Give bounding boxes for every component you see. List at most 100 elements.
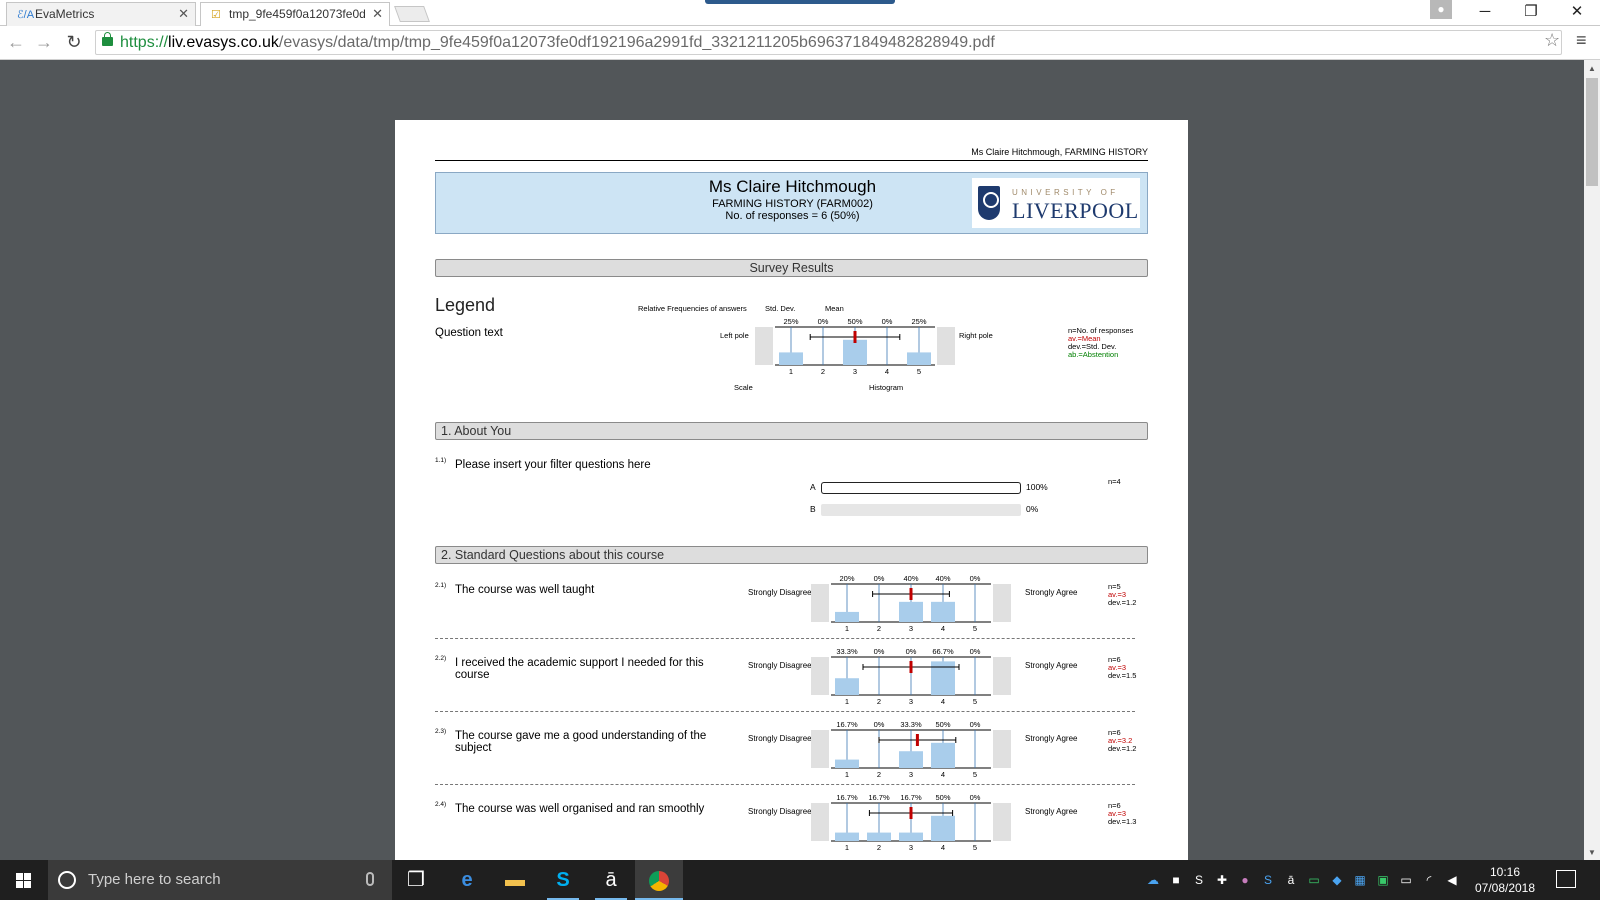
left-pole-box [811, 584, 829, 622]
tab-label: tmp_9fe459f0a12073fe0d [229, 7, 366, 21]
battery-icon[interactable]: ▭ [1398, 872, 1414, 888]
report-header: Ms Claire Hitchmough FARMING HISTORY (FA… [435, 172, 1148, 234]
tab-pdf[interactable]: ☑ tmp_9fe459f0a12073fe0d ✕ [200, 2, 390, 26]
microphone-icon[interactable] [366, 872, 374, 886]
clock-time: 10:16 [1489, 865, 1521, 879]
mean-marker [909, 807, 913, 819]
left-pole-box [811, 657, 829, 695]
scale-tick-label: 4 [941, 843, 945, 852]
right-pole-label: Strongly Agree [1025, 588, 1078, 597]
histogram-bar [931, 742, 955, 768]
scale-tick-label: 3 [909, 697, 913, 706]
histogram-bar [931, 815, 955, 841]
scrollbar[interactable]: ▲ ▼ [1584, 60, 1600, 860]
pdf-viewer[interactable]: Ms Claire Hitchmough, FARMING HISTORY Ms… [0, 60, 1600, 860]
clock-date: 07/08/2018 [1474, 881, 1536, 895]
histogram-bar [931, 601, 955, 622]
histogram-bar [835, 759, 859, 768]
legend-key-ab: ab.=Abstention [1068, 350, 1119, 359]
scale-tick-label: 5 [917, 367, 921, 376]
new-tab-button[interactable] [394, 6, 430, 22]
close-icon[interactable]: ✕ [178, 6, 189, 22]
close-window-button[interactable]: ✕ [1554, 0, 1600, 26]
battery-app-icon[interactable]: ▭ [1306, 872, 1322, 888]
tab-evametrics[interactable]: ℰ/AEvaMetrics ✕ [6, 2, 196, 26]
scroll-up-icon[interactable]: ▲ [1588, 64, 1596, 73]
restore-button[interactable]: ❐ [1508, 0, 1554, 26]
task-view-icon[interactable]: ❐ [392, 860, 440, 900]
scroll-thumb[interactable] [1586, 78, 1598, 186]
url-path: /evasys/data/tmp/tmp_9fe459f0a12073fe0df… [278, 34, 995, 51]
camera-icon[interactable]: ■ [1168, 872, 1184, 888]
scale-tick-label: 3 [853, 367, 857, 376]
scale-tick-label: 3 [909, 624, 913, 633]
scroll-down-icon[interactable]: ▼ [1588, 848, 1596, 857]
question-histogram: 33.3% 1 0% 2 0% 3 66.7% 4 0% 5 [811, 647, 1011, 706]
option-fill-a [821, 482, 1021, 494]
volume-icon[interactable]: ◀ [1444, 872, 1460, 888]
menu-icon[interactable]: ≡ [1576, 30, 1587, 51]
skype-business-icon[interactable]: S [1260, 872, 1276, 888]
app-icon[interactable]: ā [587, 860, 635, 900]
skype-tray-icon[interactable]: S [1191, 872, 1207, 888]
taskbar-search[interactable]: Type here to search [48, 860, 392, 900]
question-stats: n=6 av.=3 dev.=1.3 [1108, 802, 1136, 826]
right-pole-box [993, 584, 1011, 622]
browser-toolbar: ← → ↻ https://liv.evasys.co.uk/evasys/da… [0, 26, 1600, 60]
notification-icon[interactable] [1556, 870, 1576, 888]
edge-icon[interactable]: e [443, 860, 491, 900]
frequency-label: 50% [935, 793, 950, 802]
question-histogram: 20%10%240%340%40%5 [811, 574, 1011, 633]
bookmark-star-icon[interactable]: ☆ [1544, 30, 1560, 51]
clock[interactable]: 10:16 07/08/2018 [1470, 864, 1540, 896]
wifi-icon[interactable]: ◜ [1421, 872, 1437, 888]
question-number: 2.2) [435, 655, 447, 662]
legend-left-pole: Left pole [720, 331, 749, 340]
chrome-icon[interactable] [635, 860, 683, 900]
left-pole-box [755, 327, 773, 365]
close-icon[interactable]: ✕ [372, 6, 383, 22]
frequency-label: 0% [818, 317, 829, 326]
file-explorer-icon[interactable]: ▬ [491, 860, 539, 900]
back-icon[interactable]: ← [4, 30, 28, 54]
app-tray-icon[interactable]: ● [1237, 872, 1253, 888]
scale-tick-label: 1 [845, 843, 849, 852]
app-tray-icon-2[interactable]: ā [1283, 872, 1299, 888]
onedrive-icon[interactable]: ☁ [1145, 872, 1161, 888]
skype-icon[interactable]: S [539, 860, 587, 900]
histogram-bar [899, 832, 923, 841]
security-icon[interactable]: ◆ [1329, 872, 1345, 888]
right-pole-box [937, 327, 955, 365]
university-logo: UNIVERSITY OF LIVERPOOL [972, 178, 1140, 228]
frequency-label: 0% [970, 574, 981, 583]
scale-tick-label: 2 [877, 770, 881, 779]
question-text: The course was well organised and ran sm… [455, 803, 705, 815]
scale-tick-label: 3 [909, 770, 913, 779]
minimize-button[interactable]: ─ [1462, 0, 1508, 26]
scale-tick-label: 4 [941, 770, 945, 779]
pdf-page: Ms Claire Hitchmough, FARMING HISTORY Ms… [395, 120, 1188, 860]
shield-icon[interactable]: ✚ [1214, 872, 1230, 888]
legend-scale-label: Scale [734, 383, 753, 392]
right-pole-box [993, 803, 1011, 841]
display-icon[interactable]: ▦ [1352, 872, 1368, 888]
scale-tick-label: 5 [973, 624, 977, 633]
frequency-label: 66.7% [932, 647, 954, 656]
option-pct-b: 0% [1026, 504, 1039, 514]
window-drag-indicator [705, 0, 895, 4]
monitor-icon[interactable]: ▣ [1375, 872, 1391, 888]
page-header: Ms Claire Hitchmough, FARMING HISTORY [971, 147, 1148, 157]
forward-icon[interactable]: → [32, 30, 56, 54]
left-pole-label: Strongly Disagree [748, 661, 812, 670]
scale-tick-label: 5 [973, 843, 977, 852]
address-bar[interactable]: https://liv.evasys.co.uk/evasys/data/tmp… [95, 30, 1562, 55]
tab-label: EvaMetrics [35, 7, 95, 21]
question-number: 1.1) [435, 457, 447, 464]
url-scheme: https:// [120, 34, 169, 51]
mean-marker [915, 734, 919, 746]
scale-tick-label: 5 [973, 697, 977, 706]
tab-strip: ℰ/AEvaMetrics ✕ ☑ tmp_9fe459f0a12073fe0d … [0, 0, 1600, 26]
profile-icon[interactable]: ● [1430, 0, 1452, 19]
windows-start-icon[interactable] [0, 860, 48, 900]
reload-icon[interactable]: ↻ [62, 30, 86, 54]
